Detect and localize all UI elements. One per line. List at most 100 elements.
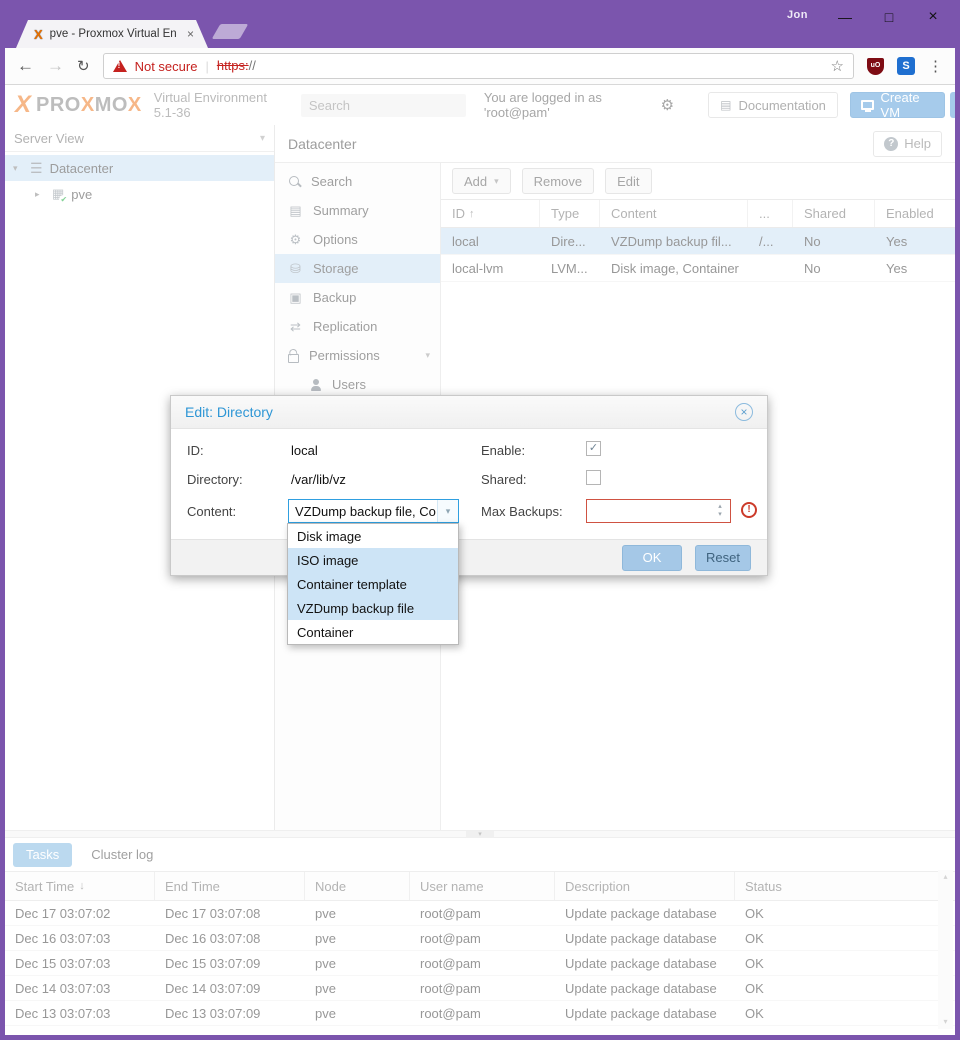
column-header-type[interactable]: Type	[540, 200, 600, 227]
nav-item-replication[interactable]: ⇄ Replication	[275, 312, 440, 341]
ublock-extension-icon[interactable]: uO	[867, 58, 884, 75]
dialog-close-icon[interactable]: ×	[735, 403, 753, 421]
create-vm-button[interactable]: Create VM	[850, 92, 945, 118]
content-combobox[interactable]: VZDump backup file, Co ▾	[288, 499, 459, 523]
summary-icon: ▤	[288, 203, 303, 219]
nav-item-options[interactable]: ⚙ Options	[275, 225, 440, 254]
expander-right-icon[interactable]: ▸	[35, 189, 45, 200]
nav-item-storage[interactable]: ⛁ Storage	[275, 254, 440, 283]
dropdown-option-disk-image[interactable]: Disk image	[288, 524, 458, 548]
scroll-down-icon[interactable]: ▾	[938, 1015, 953, 1029]
version-label: Virtual Environment 5.1-36	[154, 90, 289, 120]
lock-icon	[288, 354, 299, 363]
dropdown-option-container-template[interactable]: Container template	[288, 572, 458, 596]
column-header-enabled[interactable]: Enabled	[875, 200, 955, 227]
url-text[interactable]: https://	[217, 57, 256, 75]
address-bar[interactable]: Not secure | https:// ☆	[103, 53, 854, 79]
combobox-trigger-icon[interactable]: ▾	[437, 500, 458, 522]
chevron-down-icon: ▾	[260, 133, 265, 144]
tasks-scrollbar[interactable]: ▴ ▾	[938, 870, 953, 1029]
task-row[interactable]: Dec 17 03:07:02 Dec 17 03:07:08 pve root…	[5, 901, 955, 926]
proxmox-favicon-icon: X	[34, 27, 43, 42]
storage-row-local-lvm[interactable]: local-lvm LVM... Disk image, Container N…	[441, 255, 955, 282]
nav-item-search[interactable]: Search	[275, 167, 440, 196]
s-extension-icon[interactable]: S	[897, 57, 915, 75]
browser-window: X pve - Proxmox Virtual En × Jon — □ × ←…	[0, 0, 960, 1040]
column-header-status[interactable]: Status	[735, 872, 955, 900]
tab-title: pve - Proxmox Virtual En	[50, 28, 180, 40]
dialog-header[interactable]: Edit: Directory ×	[171, 396, 767, 429]
enable-label: Enable:	[481, 443, 525, 458]
tree-item-datacenter[interactable]: ▾ ☰ Datacenter	[5, 155, 274, 181]
sort-desc-icon: ↓	[79, 880, 85, 892]
bookmark-star-icon[interactable]: ☆	[831, 57, 844, 75]
ok-button[interactable]: OK	[622, 545, 682, 571]
documentation-button[interactable]: ▤ Documentation	[708, 92, 838, 118]
task-row[interactable]: Dec 13 03:07:03 Dec 13 03:07:09 pve root…	[5, 1001, 955, 1026]
column-header-shared[interactable]: Shared	[793, 200, 875, 227]
create-ct-button-clipped[interactable]	[950, 92, 955, 118]
add-button[interactable]: Add ▾	[452, 168, 511, 194]
forward-icon[interactable]: →	[47, 56, 64, 76]
browser-tab[interactable]: X pve - Proxmox Virtual En ×	[16, 20, 208, 48]
horizontal-splitter[interactable]: ▾	[5, 830, 955, 838]
global-search-input[interactable]	[301, 94, 466, 117]
nav-item-permissions[interactable]: Permissions ▾	[275, 341, 440, 370]
splitter-collapse-icon[interactable]: ▾	[466, 831, 494, 838]
nav-item-summary[interactable]: ▤ Summary	[275, 196, 440, 225]
column-header-description[interactable]: Description	[555, 872, 735, 900]
id-label: ID:	[187, 443, 204, 458]
maximize-button[interactable]: □	[874, 6, 904, 28]
dropdown-option-vzdump[interactable]: VZDump backup file	[288, 596, 458, 620]
content-label: Content:	[187, 504, 236, 519]
dropdown-option-container[interactable]: Container	[288, 620, 458, 644]
column-header-start-time[interactable]: Start Time ↓	[5, 872, 155, 900]
remove-button[interactable]: Remove	[522, 168, 594, 194]
reload-icon[interactable]: ↻	[77, 57, 90, 75]
directory-label: Directory:	[187, 472, 243, 487]
expander-down-icon[interactable]: ▾	[13, 163, 23, 174]
task-row[interactable]: Dec 16 03:07:03 Dec 16 03:07:08 pve root…	[5, 926, 955, 951]
column-header-content[interactable]: Content	[600, 200, 748, 227]
gear-icon[interactable]: ⚙	[661, 96, 674, 114]
window-close-button[interactable]: ×	[918, 6, 948, 28]
browser-menu-icon[interactable]: ⋮	[928, 57, 943, 75]
storage-toolbar: Add ▾ Remove Edit	[441, 163, 955, 199]
back-icon[interactable]: ←	[17, 56, 34, 76]
dialog-footer: OK Reset	[171, 539, 767, 575]
shared-label: Shared:	[481, 472, 527, 487]
task-row[interactable]: Dec 15 03:07:03 Dec 15 03:07:09 pve root…	[5, 951, 955, 976]
tab-cluster-log[interactable]: Cluster log	[78, 843, 166, 867]
edit-button[interactable]: Edit	[605, 168, 651, 194]
column-header-user[interactable]: User name	[410, 872, 555, 900]
not-secure-label[interactable]: Not secure	[135, 59, 198, 74]
new-tab-button[interactable]	[212, 24, 249, 39]
tree-item-pve[interactable]: ▸ ▦✔ pve	[5, 181, 274, 207]
column-header-dots[interactable]: ...	[748, 200, 793, 227]
storage-table-header: ID ↑ Type Content ... Shared Enabled	[441, 199, 955, 228]
scroll-up-icon[interactable]: ▴	[938, 870, 953, 884]
tab-tasks[interactable]: Tasks	[13, 843, 72, 867]
max-backups-input[interactable]: ▴▾	[586, 499, 731, 523]
minimize-button[interactable]: —	[830, 6, 860, 28]
help-button[interactable]: ? Help	[873, 131, 942, 157]
tab-close-icon[interactable]: ×	[187, 27, 194, 41]
enable-checkbox[interactable]: ✓	[586, 441, 601, 456]
browser-profile-name[interactable]: Jon	[787, 9, 808, 21]
url-separator: |	[205, 59, 208, 74]
task-row[interactable]: Dec 14 03:07:03 Dec 14 03:07:09 pve root…	[5, 976, 955, 1001]
node-online-check-icon: ✔	[59, 195, 68, 204]
spinner-icons[interactable]: ▴▾	[713, 501, 727, 521]
nav-item-backup[interactable]: ▣ Backup	[275, 283, 440, 312]
view-selector[interactable]: Server View ▾	[5, 125, 274, 152]
login-status: You are logged in as 'root@pam'	[484, 90, 649, 120]
column-header-id[interactable]: ID ↑	[441, 200, 540, 227]
reset-button[interactable]: Reset	[695, 545, 751, 571]
warning-triangle-icon[interactable]	[113, 60, 127, 72]
column-header-end-time[interactable]: End Time	[155, 872, 305, 900]
column-header-node[interactable]: Node	[305, 872, 410, 900]
storage-row-local[interactable]: local Dire... VZDump backup fil... /... …	[441, 228, 955, 255]
search-icon	[288, 175, 301, 188]
dropdown-option-iso-image[interactable]: ISO image	[288, 548, 458, 572]
shared-checkbox[interactable]	[586, 470, 601, 485]
